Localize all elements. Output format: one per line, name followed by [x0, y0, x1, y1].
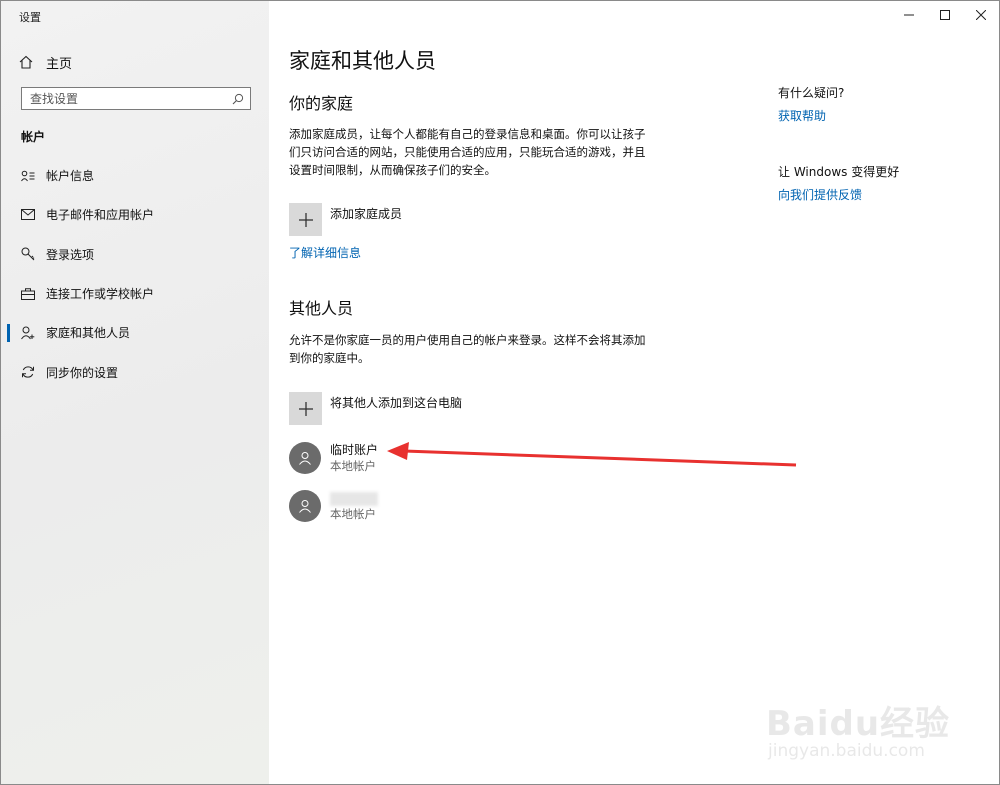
home-label: 主页 — [46, 56, 73, 72]
sync-icon — [21, 365, 35, 379]
sidebar-item-sync[interactable]: 同步你的设置 — [1, 352, 269, 391]
watermark-url: jingyan.baidu.com — [768, 741, 925, 761]
watermark-brand: Baidu经验 — [766, 704, 951, 744]
sidebar-item-label: 登录选项 — [46, 247, 95, 262]
account-info-icon — [21, 169, 35, 183]
section-accounts: 帐户 — [21, 130, 46, 144]
settings-window: 设置 主页 查找设置 帐户 帐户信息 电子邮件和应用帐户 登录选项 连接工作或学… — [0, 0, 1000, 785]
sidebar-item-sign-in-options[interactable]: 登录选项 — [1, 235, 269, 274]
sidebar: 设置 主页 查找设置 帐户 帐户信息 电子邮件和应用帐户 登录选项 连接工作或学… — [1, 1, 269, 784]
key-icon — [21, 247, 35, 261]
sidebar-item-family-others[interactable]: 家庭和其他人员 — [1, 313, 269, 352]
mail-icon — [21, 208, 35, 222]
search-icon — [232, 93, 244, 104]
person-add-icon — [21, 326, 35, 340]
search-placeholder: 查找设置 — [30, 92, 79, 106]
sidebar-item-account-info[interactable]: 帐户信息 — [1, 156, 269, 195]
window-title: 设置 — [19, 11, 41, 24]
annotation-arrow — [387, 442, 797, 467]
home-nav[interactable]: 主页 — [19, 51, 72, 73]
sidebar-item-label: 连接工作或学校帐户 — [46, 287, 155, 302]
sidebar-item-email-accounts[interactable]: 电子邮件和应用帐户 — [1, 195, 269, 234]
home-icon — [19, 55, 33, 69]
sidebar-item-label: 电子邮件和应用帐户 — [46, 208, 155, 223]
sidebar-item-label: 帐户信息 — [46, 169, 95, 184]
main-content: 家庭和其他人员 你的家庭 添加家庭成员，让每个人都能有自己的登录信息和桌面。你可… — [269, 1, 999, 784]
search-input[interactable]: 查找设置 — [21, 87, 251, 110]
sidebar-item-work-school[interactable]: 连接工作或学校帐户 — [1, 274, 269, 313]
sidebar-item-label: 家庭和其他人员 — [46, 326, 131, 341]
baidu-watermark: Baidu经验 jingyan.baidu.com — [766, 681, 956, 771]
sidebar-item-label: 同步你的设置 — [46, 365, 119, 380]
nav-list: 帐户信息 电子邮件和应用帐户 登录选项 连接工作或学校帐户 家庭和其他人员 同步… — [1, 156, 269, 392]
briefcase-icon — [21, 287, 35, 301]
